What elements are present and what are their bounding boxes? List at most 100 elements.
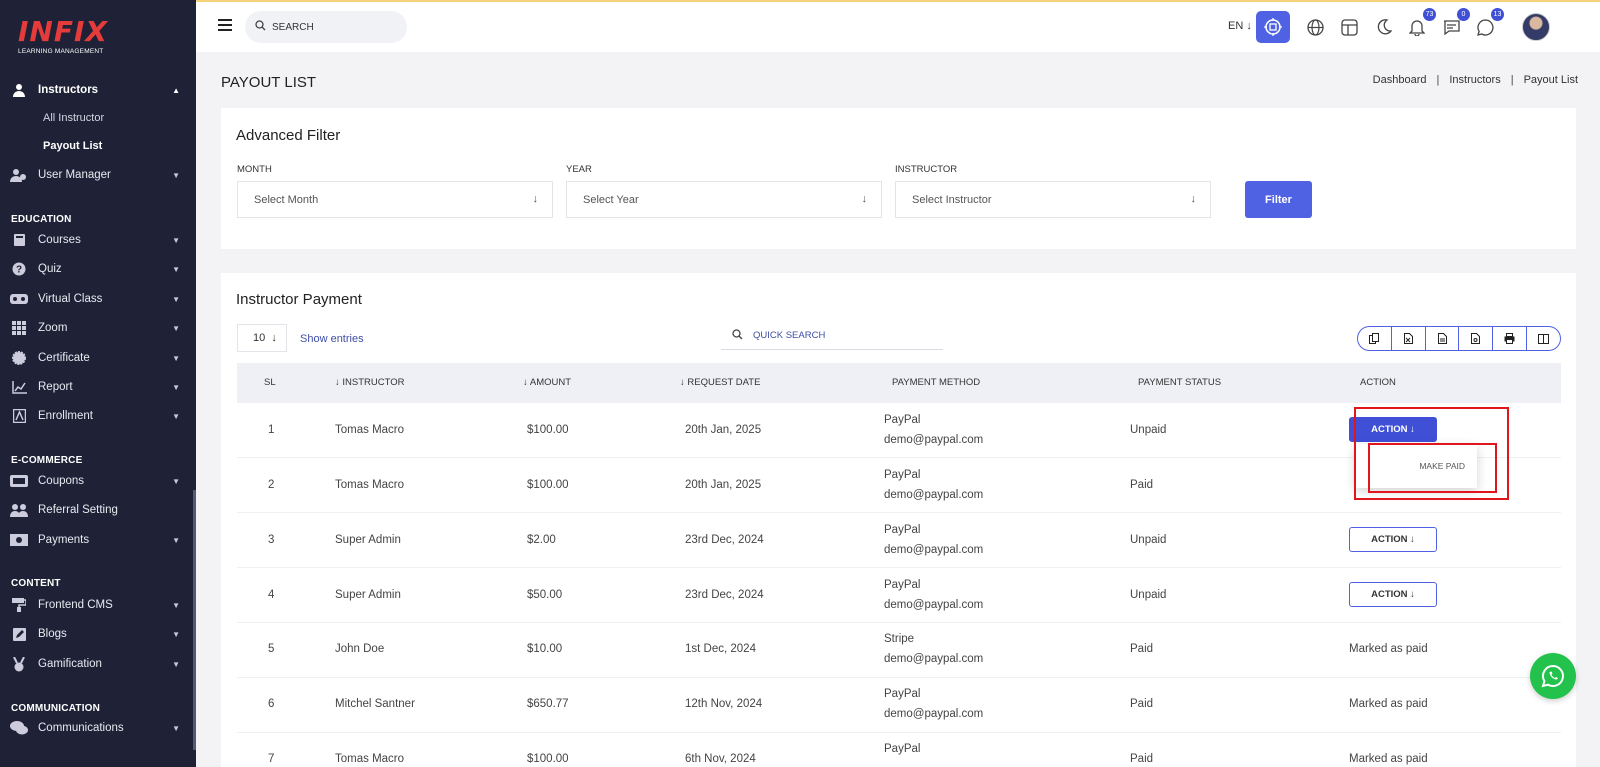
sidebar-item-report[interactable]: Report ▼: [10, 376, 186, 398]
arrow-down-icon: ↓: [1190, 193, 1197, 205]
month-select[interactable]: Select Month ↓: [237, 181, 553, 218]
whatsapp-icon: [1476, 18, 1494, 36]
arrow-down-icon: ↓: [861, 193, 868, 205]
cell-amount: $100.00: [527, 753, 569, 765]
pdf-button[interactable]: [1459, 327, 1494, 350]
logo-subtitle: LEARNING MANAGEMENT: [18, 48, 104, 55]
column-action[interactable]: ACTION: [1360, 377, 1396, 388]
chevron-down-icon: ▼: [172, 294, 180, 304]
show-entries-label: Show entries: [300, 333, 364, 345]
sidebar-item-label: Referral Setting: [38, 504, 118, 516]
cell-request-date: 1st Dec, 2024: [685, 643, 756, 655]
sidebar-item-enrollment[interactable]: Enrollment ▼: [10, 405, 186, 427]
question-icon: ?: [10, 262, 28, 276]
coupon-icon: [10, 474, 28, 488]
cell-sl: 6: [268, 698, 275, 710]
breadcrumb: Dashboard | Instructors | Payout List: [1373, 74, 1578, 86]
csv-button[interactable]: [1426, 327, 1460, 350]
year-select[interactable]: Select Year ↓: [566, 181, 882, 218]
sidebar: INFIX LEARNING MANAGEMENT Instructors ▲ …: [0, 0, 196, 767]
menu-icon[interactable]: [218, 19, 232, 31]
print-button[interactable]: [1493, 327, 1528, 350]
sidebar-item-payments[interactable]: Payments ▼: [10, 529, 186, 551]
chip-settings-button[interactable]: [1256, 11, 1290, 43]
avatar[interactable]: [1522, 13, 1550, 41]
dark-mode-button[interactable]: [1371, 14, 1397, 40]
message-icon: [1443, 20, 1460, 35]
cell-payment-status: Unpaid: [1130, 589, 1167, 601]
column-payment-method[interactable]: PAYMENT METHOD: [892, 377, 980, 388]
whatsapp-chat-button[interactable]: 13: [1472, 8, 1504, 40]
sidebar-subitem-all-instructor[interactable]: All Instructor: [43, 112, 104, 124]
print-icon: [1504, 333, 1515, 344]
sidebar-item-communications[interactable]: Communications ▼: [10, 717, 186, 739]
arrow-down-icon: ↓: [1410, 534, 1415, 545]
column-visibility-button[interactable]: [1527, 327, 1560, 350]
table-row: 5 John Doe $10.00 1st Dec, 2024 Stripe d…: [237, 623, 1561, 678]
sidebar-scrollbar[interactable]: [193, 490, 196, 750]
table-title: Instructor Payment: [236, 291, 362, 308]
sidebar-item-label: Certificate: [38, 352, 90, 364]
globe-button[interactable]: [1302, 14, 1328, 40]
chevron-up-icon: ▲: [172, 85, 180, 95]
sidebar-subitem-payout-list[interactable]: Payout List: [43, 140, 102, 152]
cell-payment-account: demo@paypal.com: [884, 434, 984, 446]
search-input[interactable]: SEARCH: [245, 11, 407, 43]
layout-button[interactable]: [1336, 14, 1362, 40]
table-row: 3 Super Admin $2.00 23rd Dec, 2024 PayPa…: [237, 513, 1561, 568]
cell-payment-method: PayPal: [884, 524, 921, 536]
sidebar-item-virtual-class[interactable]: Virtual Class ▼: [10, 288, 186, 310]
sidebar-item-label: Frontend CMS: [38, 599, 113, 611]
sidebar-item-certificate[interactable]: Certificate ▼: [10, 347, 186, 369]
sidebar-item-quiz[interactable]: ? Quiz ▼: [10, 258, 186, 280]
column-amount[interactable]: ↓ AMOUNT: [523, 377, 571, 388]
messages-button[interactable]: 0: [1438, 8, 1470, 40]
sidebar-item-zoom[interactable]: Zoom ▼: [10, 317, 186, 339]
user-icon: [10, 83, 28, 97]
notifications-button[interactable]: 73: [1404, 8, 1436, 40]
sidebar-item-user-manager[interactable]: User Manager ▼: [10, 164, 186, 186]
certificate-icon: [10, 351, 28, 365]
sidebar-item-blogs[interactable]: Blogs ▼: [10, 623, 186, 645]
sidebar-item-coupons[interactable]: Coupons ▼: [10, 470, 186, 492]
search-icon: [255, 20, 266, 34]
breadcrumb-payout-list[interactable]: Payout List: [1524, 74, 1578, 86]
filter-button[interactable]: Filter: [1245, 181, 1312, 218]
column-payment-status[interactable]: PAYMENT STATUS: [1138, 377, 1221, 388]
breadcrumb-instructors[interactable]: Instructors: [1449, 74, 1500, 86]
sidebar-item-courses[interactable]: Courses ▼: [10, 229, 186, 251]
quick-search-input[interactable]: QUICK SEARCH: [721, 322, 943, 350]
page-size-select[interactable]: 10 ↓: [237, 324, 287, 352]
cell-request-date: 23rd Dec, 2024: [685, 534, 764, 546]
cell-sl: 5: [268, 643, 275, 655]
action-button[interactable]: ACTION ↓: [1349, 582, 1437, 607]
language-selector[interactable]: EN ↓: [1228, 20, 1252, 32]
arrow-down-icon: ↓: [1410, 589, 1415, 600]
sidebar-item-gamification[interactable]: Gamification ▼: [10, 653, 186, 675]
instructor-select[interactable]: Select Instructor ↓: [895, 181, 1211, 218]
section-communication: COMMUNICATION: [11, 703, 101, 714]
cell-action-status: Marked as paid: [1349, 698, 1428, 710]
cell-sl: 1: [268, 424, 275, 436]
cell-payment-status: Paid: [1130, 753, 1154, 765]
logo[interactable]: INFIX LEARNING MANAGEMENT: [18, 18, 108, 56]
copy-button[interactable]: [1358, 327, 1392, 350]
cell-instructor: John Doe: [335, 643, 385, 655]
cell-sl: 4: [268, 589, 275, 601]
sidebar-item-frontend-cms[interactable]: Frontend CMS ▼: [10, 594, 186, 616]
globe-icon: [1306, 18, 1324, 36]
sidebar-item-referral-setting[interactable]: Referral Setting: [10, 499, 186, 521]
column-request-date[interactable]: ↓ REQUEST DATE: [680, 377, 760, 388]
whatsapp-float-button[interactable]: [1530, 653, 1576, 699]
column-instructor[interactable]: ↓ INSTRUCTOR: [335, 377, 405, 388]
sidebar-item-label: Instructors: [38, 84, 99, 96]
breadcrumb-dashboard[interactable]: Dashboard: [1373, 74, 1427, 86]
column-sl[interactable]: SL: [264, 377, 276, 388]
sidebar-item-instructors[interactable]: Instructors ▲: [10, 79, 186, 101]
cell-instructor: Tomas Macro: [335, 424, 405, 436]
csv-icon: [1437, 333, 1447, 344]
chevron-down-icon: ▼: [172, 659, 180, 669]
sidebar-item-label: User Manager: [38, 169, 111, 181]
excel-button[interactable]: [1392, 327, 1426, 350]
action-button[interactable]: ACTION ↓: [1349, 527, 1437, 552]
